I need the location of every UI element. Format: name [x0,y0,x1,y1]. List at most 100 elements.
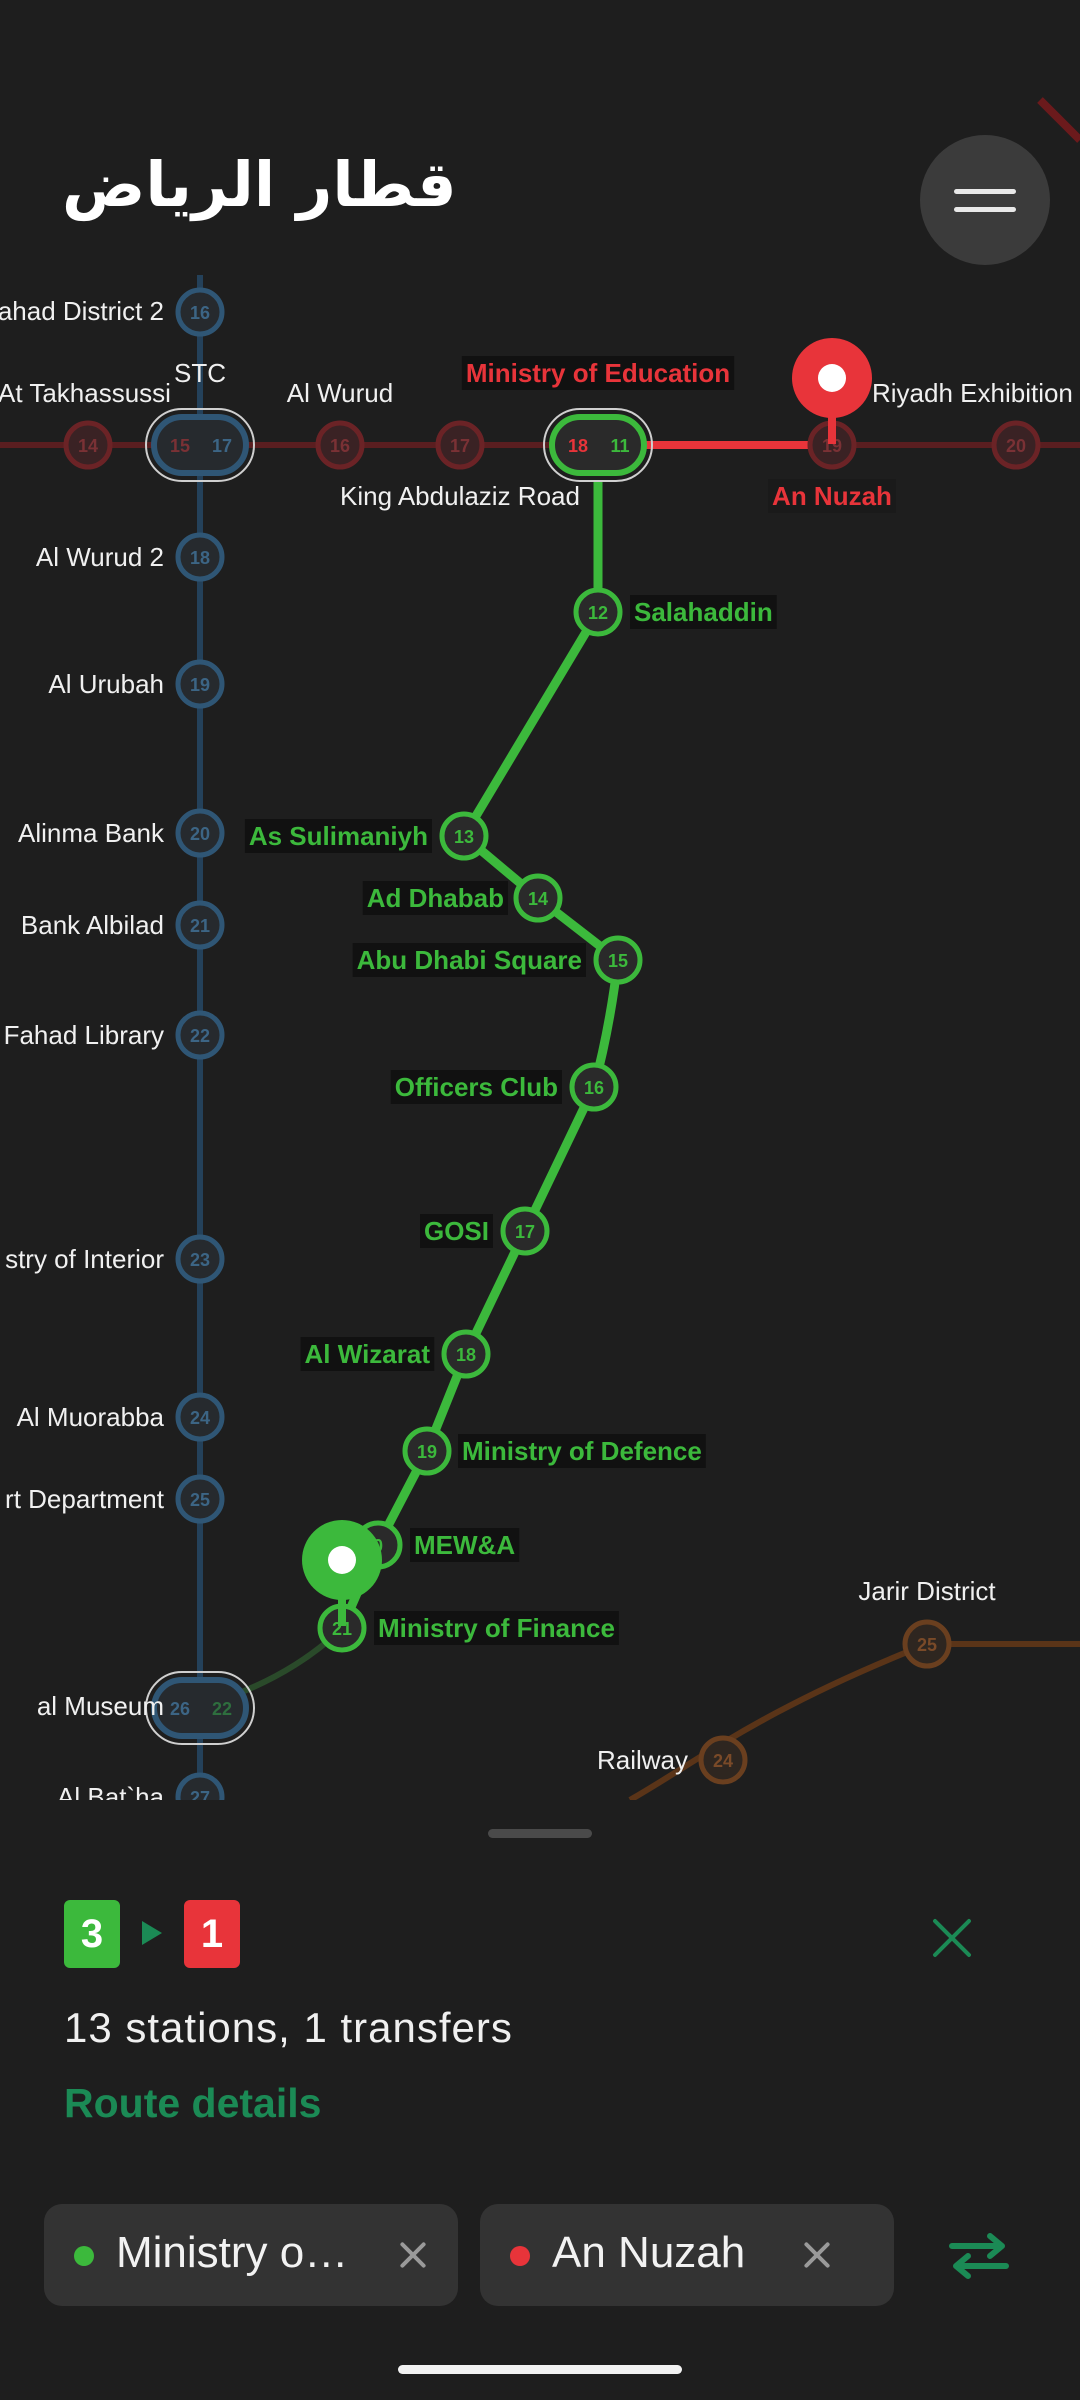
green-station[interactable]: 19 [402,1426,452,1476]
svg-text:Al Wurud: Al Wurud [287,378,393,408]
svg-text:18: 18 [190,548,210,568]
svg-text:stry of Interior: stry of Interior [5,1244,164,1274]
green-station[interactable]: 16 [569,1062,619,1112]
origin-pin-icon[interactable] [302,1520,382,1626]
interchange-station[interactable]: 15 17 [145,408,255,482]
svg-text:Al Muorabba: Al Muorabba [17,1402,165,1432]
station-label: Al Wurud [287,378,393,408]
svg-text:Jarir District: Jarir District [858,1576,996,1606]
svg-text:ahad District 2: ahad District 2 [0,296,164,326]
home-indicator[interactable] [398,2365,682,2374]
red-station[interactable]: 16 [315,420,365,470]
red-station[interactable]: 14 [63,420,113,470]
station-label: Al Urubah [48,669,164,699]
green-dot-icon [74,2246,94,2266]
blue-station[interactable]: 21 [175,900,225,950]
orange-line [628,1641,1080,1800]
station-label: GOSI [419,1214,493,1248]
svg-text:24: 24 [190,1408,210,1428]
svg-text:16: 16 [330,436,350,456]
station-label: stry of Interior [5,1244,164,1274]
svg-text:Ad Dhabab: Ad Dhabab [367,883,504,913]
blue-station[interactable]: 18 [175,532,225,582]
red-station[interactable]: 20 [991,420,1041,470]
station-label: rt Department [5,1484,165,1514]
line-badge-to: 1 [184,1900,240,1968]
swap-arrows-icon[interactable] [946,2230,1012,2282]
svg-text:Al Wizarat: Al Wizarat [305,1339,431,1369]
svg-text:Ministry of Defence: Ministry of Defence [462,1436,702,1466]
drag-handle[interactable] [488,1829,592,1838]
svg-text:25: 25 [917,1635,937,1655]
svg-text:King Abdulaziz Road: King Abdulaziz Road [340,481,580,511]
station-label: Railway [597,1745,688,1775]
svg-text:Abu Dhabi Square: Abu Dhabi Square [357,945,582,975]
clear-origin-icon[interactable] [396,2238,430,2272]
svg-text:MEW&A: MEW&A [414,1530,515,1560]
clear-destination-icon[interactable] [800,2238,834,2272]
svg-text:al Museum: al Museum [37,1691,164,1721]
red-station[interactable]: 17 [435,420,485,470]
green-station[interactable]: 15 [593,935,643,985]
svg-text:rt Department: rt Department [5,1484,165,1514]
blue-station[interactable]: 23 [175,1234,225,1284]
line-segment [1037,97,1080,143]
svg-text:15: 15 [608,951,628,971]
station-label: Al Wizarat [300,1337,435,1371]
svg-text:An Nuzah: An Nuzah [772,481,892,511]
station-label: ahad District 2 [0,296,164,326]
line-badge-from: 3 [64,1900,120,1968]
svg-text:14: 14 [78,436,98,456]
green-station[interactable]: 18 [441,1329,491,1379]
svg-text:Ministry of Education: Ministry of Education [466,358,730,388]
station-label: MEW&A [410,1528,520,1562]
app-title: قطار الرياض [62,148,457,221]
svg-text:18: 18 [456,1345,476,1365]
destination-field[interactable]: An Nuzah [480,2204,894,2306]
station-label: Bank Albilad [21,910,164,940]
route-details-link[interactable]: Route details [64,2080,321,2127]
red-dot-icon [510,2246,530,2266]
origin-field[interactable]: Ministry o… [44,2204,458,2306]
svg-text:20: 20 [190,824,210,844]
svg-text:Riyadh Exhibition: Riyadh Exhibition [872,378,1073,408]
svg-text:19: 19 [190,675,210,695]
destination-pin-icon[interactable] [792,338,872,444]
svg-text:25: 25 [190,1490,210,1510]
station-label: Al Bat`ha [57,1782,164,1800]
svg-text:20: 20 [1006,436,1026,456]
green-station[interactable]: 12 [573,587,623,637]
orange-station[interactable]: 25 [902,1619,952,1669]
route-summary: 13 stations, 1 transfers [64,2004,513,2051]
blue-station[interactable]: 16 [175,287,225,337]
svg-text:11: 11 [610,436,629,456]
blue-station[interactable]: 27 [175,1772,225,1800]
svg-text:STC: STC [174,358,226,388]
blue-station[interactable]: 24 [175,1392,225,1442]
close-icon[interactable] [924,1910,980,1966]
destination-value: An Nuzah [552,2228,746,2277]
blue-station[interactable]: 19 [175,659,225,709]
blue-station[interactable]: 22 [175,1010,225,1060]
green-station[interactable]: 17 [500,1206,550,1256]
green-station[interactable]: 14 [513,873,563,923]
hamburger-menu-icon [954,189,1016,194]
menu-button[interactable] [920,135,1050,265]
station-label: Ministry of Education [461,356,735,390]
blue-station[interactable]: 20 [175,808,225,858]
svg-text:Officers Club: Officers Club [395,1072,558,1102]
svg-text:13: 13 [454,827,474,847]
metro-map[interactable]: 1618192021222324252714 16 17 19 2015 17 18 1126… [0,0,1080,1800]
green-station[interactable]: 13 [439,811,489,861]
station-label: Ad Dhabab [362,881,508,915]
svg-text:Al Urubah: Al Urubah [48,669,164,699]
svg-text:16: 16 [584,1078,604,1098]
blue-station[interactable]: 25 [175,1474,225,1524]
orange-station[interactable]: 24 [698,1735,748,1785]
station-label: Abu Dhabi Square [352,943,586,977]
svg-text:21: 21 [190,916,210,936]
svg-text:Railway: Railway [597,1745,688,1775]
svg-text:GOSI: GOSI [424,1216,489,1246]
station-label: As Sulimaniyh [244,819,432,853]
interchange-station[interactable]: 18 11 [543,408,653,482]
